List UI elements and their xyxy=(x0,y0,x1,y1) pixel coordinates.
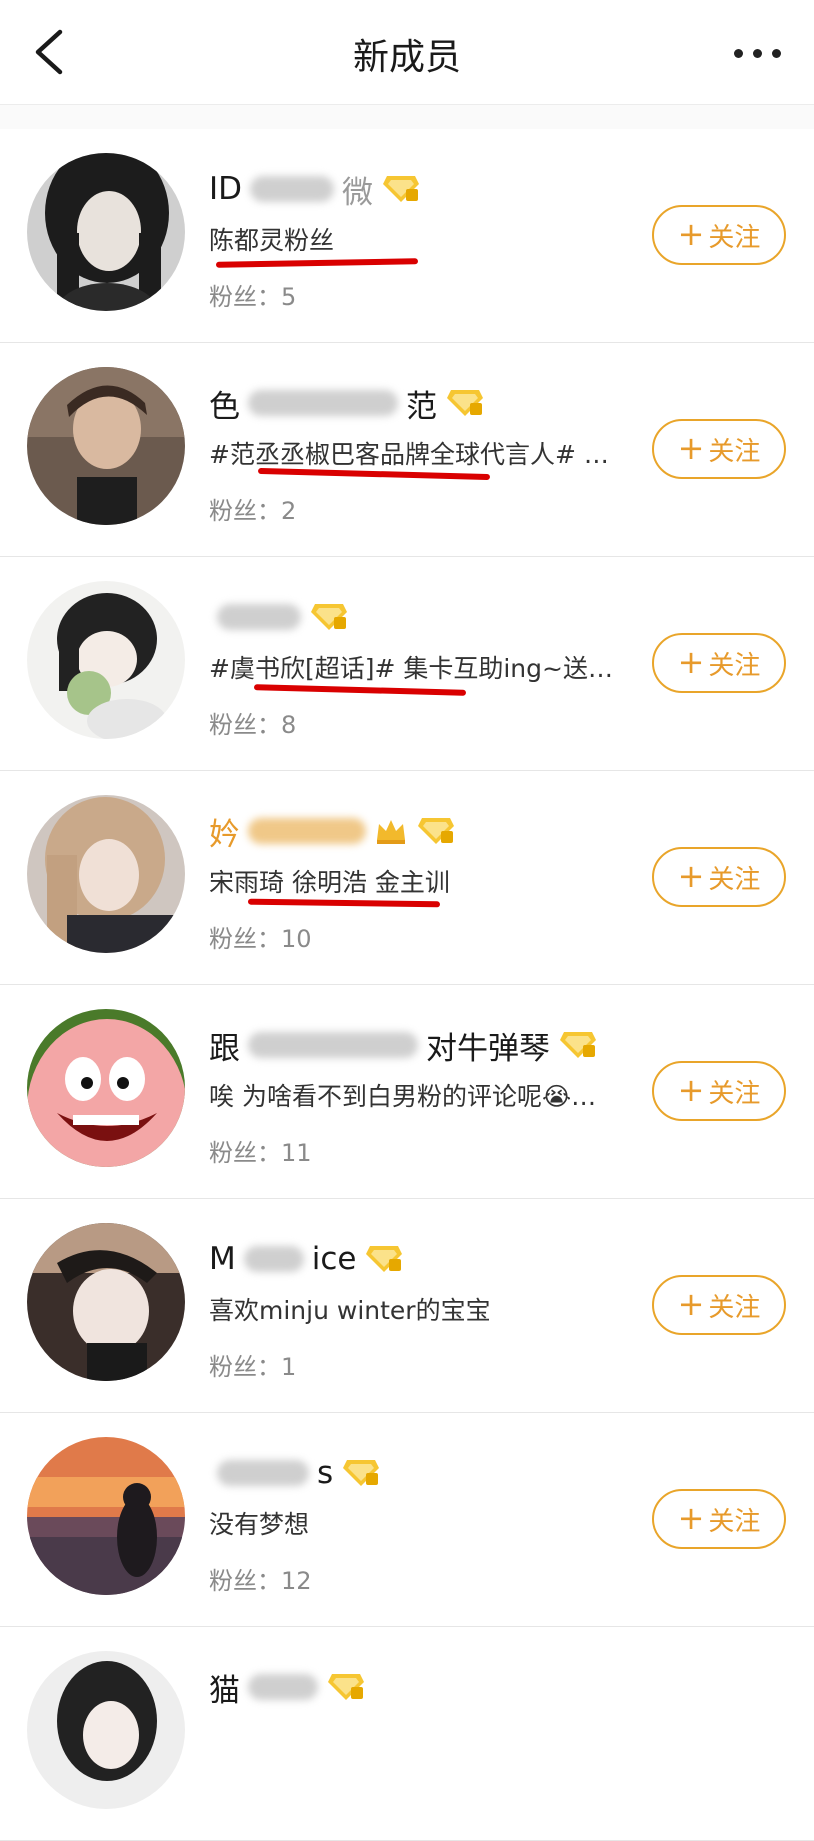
member-description: #范丞丞椒巴客品牌全球代言人# … xyxy=(209,440,609,469)
follow-label: 关注 xyxy=(708,1292,761,1323)
diamond-badge-icon xyxy=(383,176,420,202)
redacted-name xyxy=(217,604,301,630)
follow-button[interactable]: + 关注 xyxy=(652,633,786,693)
plus-icon: + xyxy=(677,1498,705,1537)
diamond-badge-icon xyxy=(560,1032,596,1058)
follow-button[interactable]: + 关注 xyxy=(652,419,786,479)
member-name-line: 色 范 xyxy=(209,381,485,425)
member-description: 宋雨琦 徐明浩 金主训 xyxy=(209,868,450,897)
member-row[interactable]: 猫 xyxy=(0,1627,814,1841)
fans-count: 粉丝：2 xyxy=(209,497,297,525)
member-row[interactable]: 妗 宋雨琦 徐明浩 金主训 粉丝：10 + 关注 xyxy=(0,771,814,985)
member-description: #虞书欣[超话]# 集卡互助ing~送… xyxy=(209,654,613,683)
follow-button[interactable]: + 关注 xyxy=(652,1489,786,1549)
follow-label: 关注 xyxy=(708,650,761,681)
diamond-badge-icon xyxy=(328,1674,364,1700)
top-bar: 新成员 xyxy=(0,0,814,104)
avatar[interactable] xyxy=(27,1651,185,1809)
fans-count: 粉丝：8 xyxy=(209,711,297,739)
follow-button[interactable]: + 关注 xyxy=(652,1061,786,1121)
member-name-line: 猫 xyxy=(209,1665,366,1709)
member-row[interactable]: s 没有梦想 粉丝：12 + 关注 xyxy=(0,1413,814,1627)
redacted-name xyxy=(243,1246,304,1272)
more-dot-icon xyxy=(752,48,762,58)
member-name[interactable]: ID xyxy=(209,171,242,207)
annotation-underline xyxy=(247,898,441,908)
plus-icon: + xyxy=(677,856,705,895)
follow-label: 关注 xyxy=(708,1506,761,1537)
fans-count: 粉丝：11 xyxy=(209,1139,312,1167)
member-name-tail: 范 xyxy=(406,388,437,425)
avatar[interactable] xyxy=(27,795,185,953)
member-name[interactable]: 猫 xyxy=(209,1665,240,1710)
member-row[interactable]: ID 微 陈都灵粉丝 粉丝：5 + 关注 xyxy=(0,129,814,343)
follow-label: 关注 xyxy=(708,436,761,467)
redacted-name xyxy=(248,1674,318,1700)
member-description: 喜欢minju winter的宝宝 xyxy=(209,1296,491,1325)
follow-button[interactable]: + 关注 xyxy=(652,847,786,907)
redacted-name xyxy=(250,176,335,202)
member-name-line: M ice xyxy=(209,1237,404,1281)
redacted-name xyxy=(217,1460,309,1486)
follow-label: 关注 xyxy=(708,222,761,253)
follow-label: 关注 xyxy=(708,864,761,895)
member-row[interactable]: 色 范 #范丞丞椒巴客品牌全球代言人# … 粉丝：2 + 关注 xyxy=(0,343,814,557)
annotation-underline xyxy=(253,684,467,696)
crown-icon xyxy=(377,820,405,844)
redacted-name xyxy=(248,390,398,416)
member-name-line: 跟 对牛弹琴 xyxy=(209,1023,598,1067)
member-name[interactable]: 跟 xyxy=(209,1023,240,1068)
avatar[interactable] xyxy=(27,581,185,739)
fans-count: 粉丝：5 xyxy=(209,283,297,311)
diamond-badge-icon xyxy=(447,390,483,416)
follow-button[interactable]: + 关注 xyxy=(652,205,786,265)
page-title: 新成员 xyxy=(352,37,461,78)
member-name-line: 妗 xyxy=(209,809,456,853)
fans-count: 粉丝：12 xyxy=(209,1567,312,1595)
member-name[interactable]: M xyxy=(209,1241,236,1277)
more-dot-icon xyxy=(733,48,743,58)
annotation-underline xyxy=(215,258,419,268)
member-row[interactable]: 跟 对牛弹琴 唉 为啥看不到白男粉的评论呢😭… 粉丝：11 + 关注 xyxy=(0,985,814,1199)
member-row[interactable]: M ice 喜欢minju winter的宝宝 粉丝：1 + 关注 xyxy=(0,1199,814,1413)
diamond-badge-icon xyxy=(366,1246,403,1272)
avatar[interactable] xyxy=(27,1437,185,1595)
member-name-tail: 微 xyxy=(342,174,374,211)
avatar[interactable] xyxy=(27,367,185,525)
divider xyxy=(0,104,814,130)
more-dot-icon xyxy=(771,48,781,58)
redacted-name xyxy=(248,1032,418,1058)
plus-icon: + xyxy=(677,1070,705,1109)
plus-icon: + xyxy=(677,428,705,467)
member-name-tail: s xyxy=(317,1455,334,1491)
member-name-line: ID 微 xyxy=(209,167,421,211)
member-description: 没有梦想 xyxy=(209,1510,310,1539)
member-name-tail: 对牛弹琴 xyxy=(426,1030,550,1067)
member-row[interactable]: #虞书欣[超话]# 集卡互助ing~送… 粉丝：8 + 关注 xyxy=(0,557,814,771)
plus-icon: + xyxy=(677,1284,705,1323)
diamond-badge-icon xyxy=(343,1460,380,1486)
avatar[interactable] xyxy=(27,1223,185,1381)
avatar[interactable] xyxy=(27,153,185,311)
diamond-badge-icon xyxy=(311,604,347,630)
redacted-name xyxy=(248,818,366,844)
member-name-line: s xyxy=(209,1451,381,1495)
diamond-badge-icon xyxy=(418,818,454,844)
member-name-tail: ice xyxy=(311,1241,357,1277)
fans-count: 粉丝：10 xyxy=(209,925,312,953)
fans-count: 粉丝：1 xyxy=(209,1353,297,1381)
follow-label: 关注 xyxy=(708,1078,761,1109)
member-name[interactable]: 色 xyxy=(209,381,240,426)
member-description: 唉 为啥看不到白男粉的评论呢😭… xyxy=(209,1082,597,1111)
plus-icon: + xyxy=(677,642,705,681)
member-name-line xyxy=(209,595,349,639)
plus-icon: + xyxy=(677,214,705,253)
more-options-button[interactable] xyxy=(722,28,792,78)
follow-button[interactable]: + 关注 xyxy=(652,1275,786,1335)
member-name[interactable]: 妗 xyxy=(209,809,240,854)
member-list: ID 微 陈都灵粉丝 粉丝：5 + 关注 色 范 #范丞丞椒巴客品牌全球代言人#… xyxy=(0,129,814,1841)
member-description: 陈都灵粉丝 xyxy=(209,226,335,255)
avatar[interactable] xyxy=(27,1009,185,1167)
